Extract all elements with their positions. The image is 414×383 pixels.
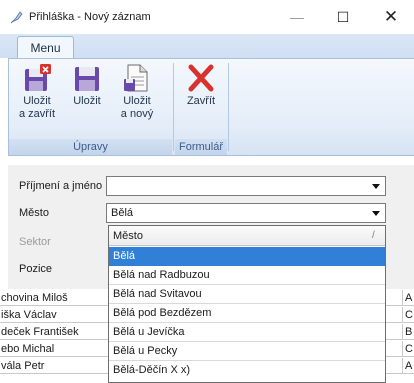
- group-formular: Zavřít Formulář: [175, 59, 227, 155]
- group-upravy: Uložit a zavřít Uložit Uložit a nový Úpr…: [9, 59, 172, 155]
- cell-name: ebo Michal: [1, 343, 55, 355]
- save-close-label-2: a zavřít: [18, 108, 56, 120]
- close-window-button[interactable]: ✕: [368, 0, 414, 34]
- dropdown-option[interactable]: Bělá nad Radbuzou: [109, 266, 385, 285]
- save-button[interactable]: Uložit: [65, 63, 109, 108]
- ribbon: Uložit a zavřít Uložit Uložit a nový Úpr…: [8, 58, 414, 156]
- position-label: Pozice: [19, 263, 53, 275]
- save-and-close-button[interactable]: Uložit a zavřít: [15, 63, 59, 121]
- tab-menu[interactable]: Menu: [17, 36, 74, 59]
- close-form-label: Zavřít: [186, 95, 216, 107]
- save-icon: [75, 67, 99, 91]
- city-value: Bělá: [111, 207, 134, 219]
- group-divider: [173, 63, 174, 151]
- dropdown-header-label: Město: [113, 230, 143, 242]
- dropdown-option[interactable]: Bělá: [109, 247, 385, 266]
- dropdown-option[interactable]: Bělá pod Bezdězem: [109, 304, 385, 323]
- save-new-icon: [124, 64, 148, 92]
- dropdown-option[interactable]: Bělá-Děčín X x): [109, 361, 385, 380]
- title-bar: Přihláška - Nový záznam — ☐ ✕: [0, 0, 414, 34]
- cell-tail: A: [405, 360, 413, 372]
- close-form-button[interactable]: Zavřít: [179, 63, 223, 108]
- dropdown-option[interactable]: Bělá u Pecky: [109, 342, 385, 361]
- cell-tail: B: [405, 326, 413, 338]
- chevron-down-icon[interactable]: [369, 179, 383, 193]
- group-label-formular: Formulář: [175, 139, 227, 155]
- group-divider: [228, 63, 229, 151]
- maximize-button[interactable]: ☐: [320, 0, 366, 34]
- sort-indicator-icon: /: [372, 230, 375, 241]
- cell-name: vála Petr: [1, 360, 45, 372]
- cell-tail: C: [405, 309, 413, 321]
- name-label: Příjmení a jméno: [19, 180, 103, 192]
- window-title: Přihláška - Nový záznam: [29, 11, 151, 23]
- city-label: Město: [19, 207, 49, 219]
- dropdown-option[interactable]: Bělá nad Svitavou: [109, 285, 385, 304]
- close-x-icon: [188, 64, 214, 92]
- cell-name: chovina Miloš: [1, 292, 68, 304]
- save-and-new-button[interactable]: Uložit a nový: [115, 63, 159, 121]
- app-icon: [10, 11, 23, 24]
- save-new-label-2: a nový: [120, 108, 154, 120]
- save-close-label-1: Uložit: [23, 95, 51, 107]
- chevron-down-icon[interactable]: [369, 206, 383, 220]
- name-combobox[interactable]: [106, 176, 386, 196]
- city-dropdown-list: Město / Bělá Bělá nad Radbuzou Bělá nad …: [108, 225, 386, 383]
- dropdown-column-header[interactable]: Město /: [109, 226, 385, 246]
- save-label: Uložit: [73, 95, 101, 107]
- sector-label: Sektor: [19, 236, 51, 248]
- cell-tail: C: [405, 343, 413, 355]
- cell-name: iška Václav: [1, 309, 57, 321]
- save-close-icon: [25, 64, 51, 91]
- cell-tail: A: [405, 292, 413, 304]
- ribbon-tab-row: Menu: [0, 34, 414, 59]
- group-label-upravy: Úpravy: [9, 139, 172, 155]
- minimize-button[interactable]: —: [274, 0, 320, 34]
- dropdown-option[interactable]: Bělá u Jevíčka: [109, 323, 385, 342]
- cell-name: deček František: [1, 326, 79, 338]
- city-combobox[interactable]: Bělá: [106, 203, 386, 223]
- save-new-label-1: Uložit: [123, 95, 151, 107]
